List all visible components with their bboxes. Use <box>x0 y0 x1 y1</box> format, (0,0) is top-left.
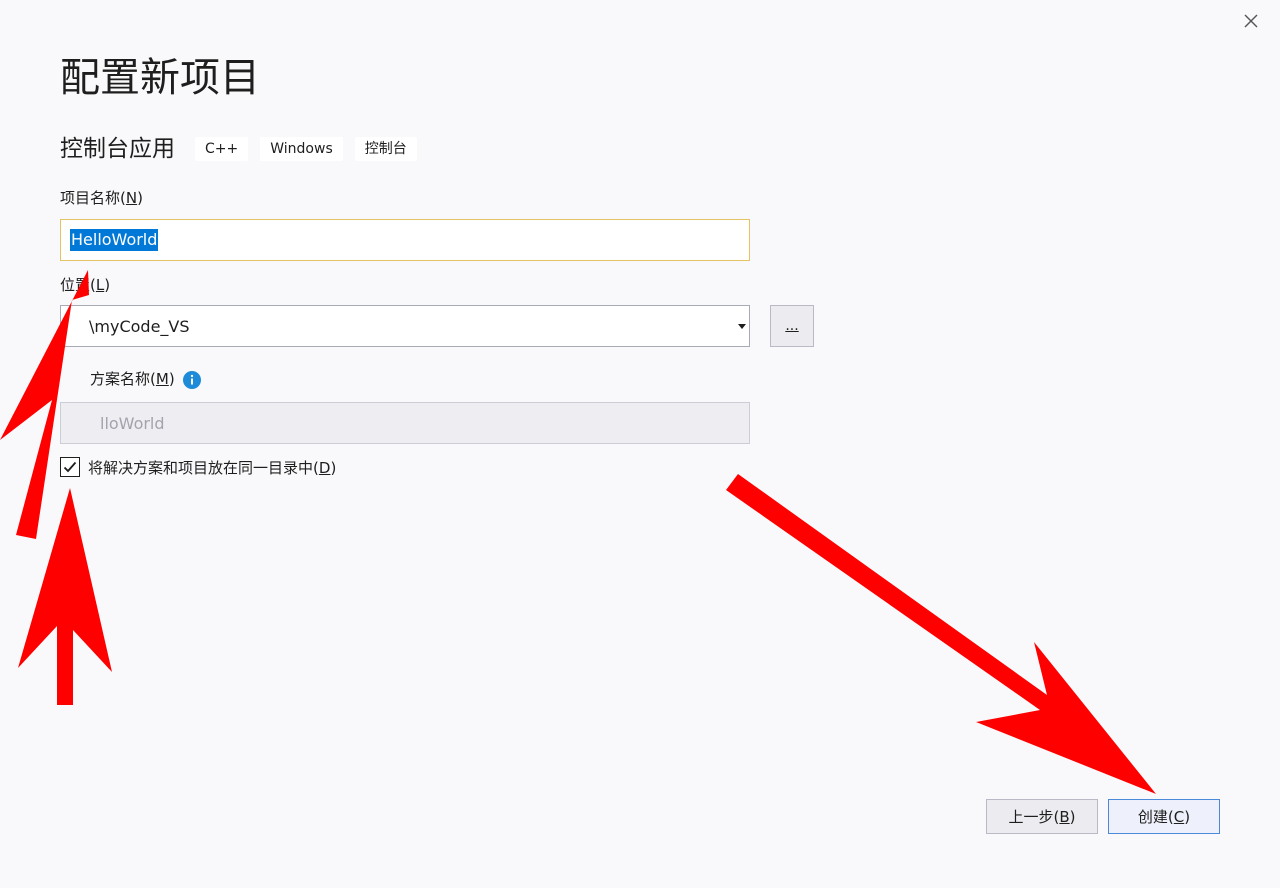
create-button[interactable]: 创建(C) <box>1108 799 1220 834</box>
project-name-label: 项目名称(N) <box>60 189 143 207</box>
location-value: \myCode_VS <box>89 316 190 336</box>
same-directory-checkbox[interactable] <box>60 457 80 477</box>
template-name: 控制台应用 <box>60 136 175 162</box>
same-directory-label[interactable]: 将解决方案和项目放在同一目录中(D) <box>88 458 336 478</box>
page-title: 配置新项目 <box>60 55 260 101</box>
project-name-input[interactable]: HelloWorld <box>60 219 750 261</box>
checkmark-icon <box>63 461 77 473</box>
dropdown-arrow[interactable] <box>735 306 749 346</box>
tag-platform: Windows <box>260 137 343 161</box>
browse-button-label: ... <box>785 318 799 334</box>
back-button[interactable]: 上一步(B) <box>986 799 1098 834</box>
arrow-to-checkbox <box>18 488 112 705</box>
arrow-to-create-button <box>726 474 1156 794</box>
solution-name-value: lloWorld <box>100 413 165 433</box>
tag-language: C++ <box>195 137 249 161</box>
info-icon[interactable] <box>182 370 201 389</box>
solution-name-label: 方案名称(M) <box>90 369 201 389</box>
solution-name-input[interactable]: lloWorld <box>60 402 750 444</box>
close-icon <box>1244 14 1258 28</box>
template-summary: 控制台应用 C++ Windows 控制台 <box>60 132 429 166</box>
location-label: 位置(L) <box>60 276 111 294</box>
chevron-down-icon <box>738 323 746 329</box>
tag-type: 控制台 <box>354 137 417 161</box>
project-name-value: HelloWorld <box>70 229 159 251</box>
location-combobox[interactable]: \myCode_VS <box>60 305 750 347</box>
browse-button[interactable]: ... <box>770 305 814 347</box>
close-button[interactable] <box>1238 8 1264 34</box>
